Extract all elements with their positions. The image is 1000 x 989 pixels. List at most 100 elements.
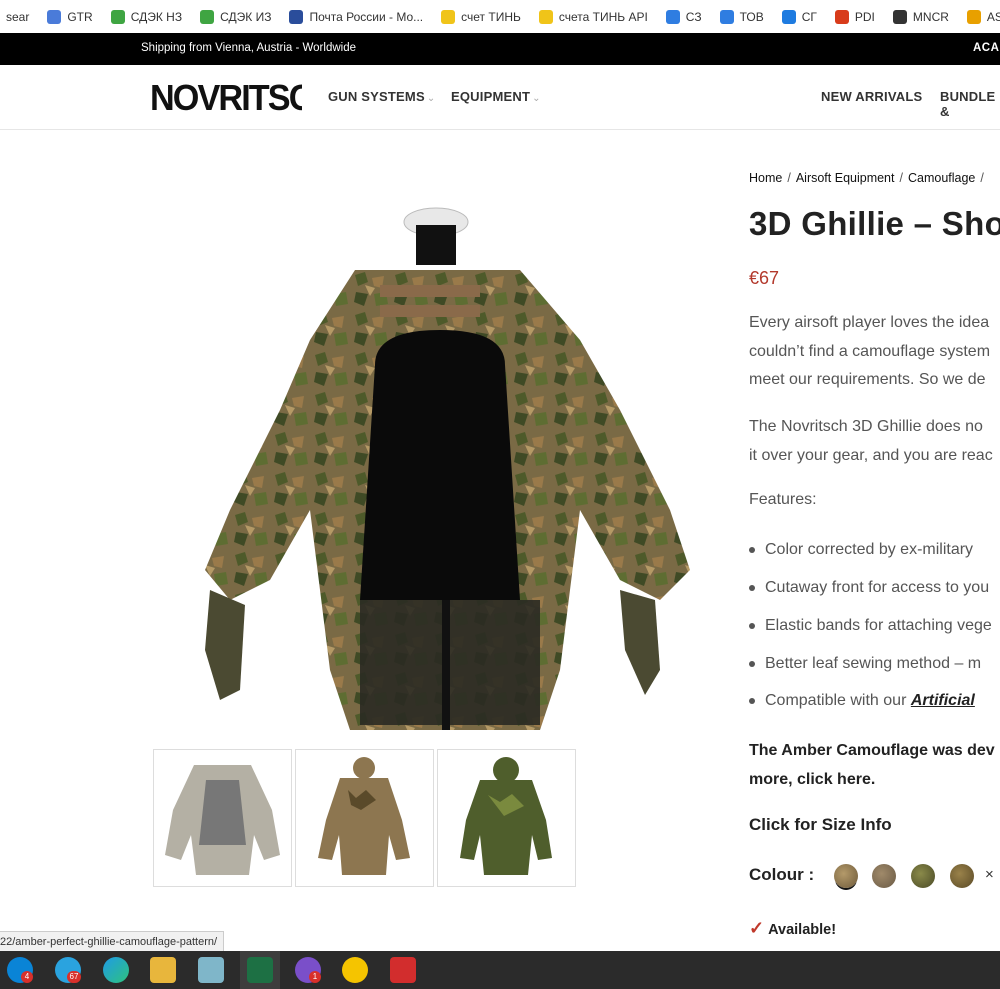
bullet-icon <box>749 660 755 667</box>
academy-link[interactable]: ACAD <box>973 42 1000 54</box>
breadcrumb-equipment[interactable]: Airsoft Equipment <box>796 171 895 185</box>
breadcrumb-camouflage[interactable]: Camouflage <box>908 171 975 185</box>
thumbnail-3[interactable] <box>437 749 576 887</box>
feature-text: Better leaf sewing method – m <box>765 655 982 672</box>
amber-click-here-link[interactable]: more, click here. <box>749 765 995 794</box>
pdi-icon <box>834 9 849 24</box>
feature-text: Color corrected by ex-military <box>765 541 974 558</box>
nav-bundle-label: BUNDLE & <box>940 89 996 119</box>
bookmark-label: MNCR <box>912 9 949 24</box>
telegram-badge: 67 <box>67 971 81 983</box>
description-line: Every airsoft player loves the idea <box>749 314 990 331</box>
feature-item: Compatible with our Artificial <box>749 692 975 710</box>
breadcrumb-separator: / <box>787 171 791 185</box>
colour-swatch-4[interactable] <box>950 864 974 888</box>
eagle-icon <box>289 9 304 24</box>
logo-text: NOVRITSCH <box>150 78 302 117</box>
translate-icon <box>47 9 62 24</box>
bookmark-label: ASP <box>986 9 1000 24</box>
bookmark-label: GTR <box>67 9 93 24</box>
chevron-down-icon: ⌄ <box>426 93 436 104</box>
size-info-link[interactable]: Click for Size Info <box>749 815 892 835</box>
site-header: NOVRITSCH GUN SYSTEMS⌄ EQUIPMENT⌄ NEW AR… <box>0 65 1000 130</box>
bookmark-label: СДЭК НЗ <box>130 9 183 24</box>
status-url: 22/amber-perfect-ghillie-camouflage-patt… <box>0 931 225 953</box>
bookmark-item[interactable]: СДЭК ИЗ <box>200 9 272 24</box>
bookmark-item[interactable]: счета ТИНЬ API <box>538 9 648 24</box>
file-explorer-icon[interactable] <box>150 957 176 983</box>
tinkoff-icon <box>441 9 456 24</box>
description-line: it over your gear, and you are reac <box>749 446 993 464</box>
bookmark-label: счет ТИНЬ <box>461 9 521 24</box>
bookmark-label: PDI <box>854 9 875 24</box>
amber-line: The Amber Camouflage was dev <box>749 742 995 759</box>
bullet-icon <box>749 622 755 629</box>
bullet-icon <box>749 697 755 704</box>
bookmark-item[interactable]: счет ТИНЬ <box>441 9 521 24</box>
nav-new-arrivals[interactable]: NEW ARRIVALS <box>821 89 922 104</box>
mncr-icon <box>892 9 907 24</box>
description-paragraph-2: The Novritsch 3D Ghillie does no it over… <box>749 413 993 470</box>
features-heading: Features: <box>749 491 817 508</box>
bookmark-item[interactable]: СГ <box>781 9 817 24</box>
shipping-bar: Shipping from Vienna, Austria - Worldwid… <box>0 33 1000 65</box>
feature-text: Cutaway front for access to you <box>765 579 990 596</box>
availability-text: Available! <box>768 922 837 938</box>
artificial-link[interactable]: Artificial <box>911 692 975 709</box>
bookmark-label: СДЭК ИЗ <box>220 9 272 24</box>
nav-bundle[interactable]: BUNDLE & <box>940 89 1000 119</box>
bookmark-item[interactable]: GTR <box>47 9 93 24</box>
colour-swatch-2[interactable] <box>872 864 896 888</box>
bookmark-item[interactable]: Почта России - Мо... <box>289 9 424 24</box>
bookmark-item[interactable]: MNCR <box>892 9 949 24</box>
shipping-text: Shipping from Vienna, Austria - Worldwid… <box>141 42 356 54</box>
description-line: The Novritsch 3D Ghillie does no <box>749 418 983 435</box>
bookmark-item[interactable]: PDI <box>834 9 875 24</box>
edge-icon[interactable] <box>103 957 129 983</box>
site-logo[interactable]: NOVRITSCH <box>150 77 336 126</box>
asp-icon <box>966 9 981 24</box>
bookmark-label: Почта России - Мо... <box>309 9 424 24</box>
bookmark-label: sear <box>6 9 30 24</box>
thumbnail-2[interactable] <box>295 749 434 887</box>
acrobat-icon[interactable] <box>390 957 416 983</box>
breadcrumb-home[interactable]: Home <box>749 171 782 185</box>
thumbnail-image-icon <box>318 757 410 875</box>
feature-item: Better leaf sewing method – m <box>749 655 981 673</box>
nav-new-arrivals-label: NEW ARRIVALS <box>821 89 923 104</box>
1c-icon[interactable] <box>342 957 368 983</box>
bookmark-item[interactable]: sear <box>6 10 29 24</box>
cdek-icon <box>110 9 125 24</box>
colour-swatch-1[interactable] <box>834 864 858 888</box>
product-main-image[interactable] <box>150 150 710 740</box>
feature-text: Compatible with our <box>765 692 911 709</box>
bookmark-item[interactable]: СДЭК НЗ <box>110 9 183 24</box>
colour-swatch-3[interactable] <box>911 864 935 888</box>
nav-equipment-label: EQUIPMENT <box>451 89 531 104</box>
ghillie-jacket-image <box>205 207 690 730</box>
breadcrumb-separator: / <box>899 171 903 185</box>
bookmark-item[interactable]: ТОВ <box>719 9 764 24</box>
bullet-icon <box>749 584 755 591</box>
excel-icon[interactable] <box>247 957 273 983</box>
feature-item: Color corrected by ex-military <box>749 541 973 559</box>
bookmark-item[interactable]: СЗ <box>665 9 702 24</box>
thumbnail-image-icon <box>165 765 280 875</box>
viber-badge: 1 <box>309 971 321 983</box>
nav-equipment[interactable]: EQUIPMENT ⌄ <box>451 89 541 104</box>
amber-camouflage-text: The Amber Camouflage was dev more, click… <box>749 736 995 794</box>
checkmark-icon: ✓ <box>749 918 765 938</box>
bookmark-label: СЗ <box>685 9 702 24</box>
skype-badge: 4 <box>21 971 33 983</box>
chat-icon <box>781 9 796 24</box>
colour-label: Colour : <box>749 865 815 884</box>
description-line: meet our requirements. So we de <box>749 371 986 388</box>
feature-item: Elastic bands for attaching vege <box>749 617 992 635</box>
cdek-icon <box>200 9 215 24</box>
thumbnail-image-icon <box>460 757 552 875</box>
bookmark-item[interactable]: ASP <box>966 9 1000 24</box>
nav-gun-systems[interactable]: GUN SYSTEMS ⌄ <box>328 89 435 104</box>
notes-icon[interactable] <box>198 957 224 983</box>
clear-colour-button[interactable]: × <box>985 866 994 883</box>
thumbnail-1[interactable] <box>153 749 292 887</box>
